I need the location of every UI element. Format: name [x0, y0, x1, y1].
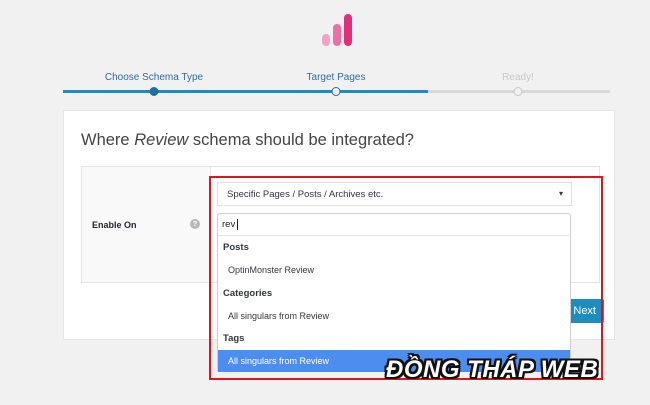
highlight-annotation: [209, 176, 603, 380]
schema-name: Review: [134, 131, 189, 149]
step-dot-current: [331, 87, 341, 96]
plugin-logo: [322, 12, 358, 46]
step-dot-upcoming: [513, 87, 523, 96]
step-dot-complete: [149, 87, 159, 96]
enable-on-label-cell: Enable On ?: [82, 167, 211, 282]
logo-bar-medium: [333, 24, 341, 46]
page-title: Where Review schema should be integrated…: [81, 131, 414, 149]
step-ready: Ready!: [502, 72, 534, 83]
enable-on-label: Enable On: [92, 220, 137, 230]
progress-track-complete: [63, 90, 428, 93]
step-choose-schema-type[interactable]: Choose Schema Type: [105, 72, 203, 83]
step-target-pages[interactable]: Target Pages: [307, 72, 366, 83]
help-icon[interactable]: ?: [190, 219, 200, 229]
logo-bar-tall: [344, 14, 352, 46]
watermark-text: ĐỒNG THÁP WEB: [386, 356, 599, 383]
logo-bar-short: [322, 34, 330, 46]
